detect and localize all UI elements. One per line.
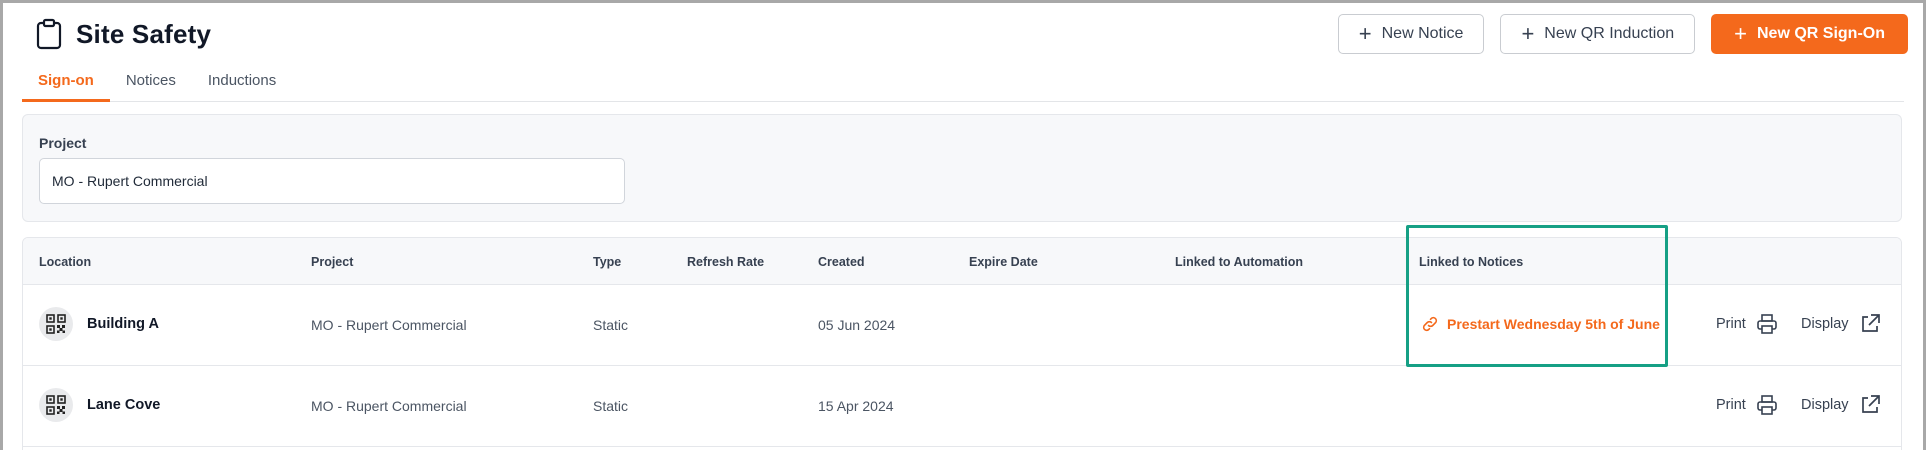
new-qr-induction-label: New QR Induction xyxy=(1544,25,1675,42)
project-select[interactable]: MO - Rupert Commercial xyxy=(39,158,625,204)
tab-inductions[interactable]: Inductions xyxy=(192,66,292,102)
external-link-icon xyxy=(1861,395,1880,413)
print-label: Print xyxy=(1716,316,1746,332)
column-header-refresh-rate: Refresh Rate xyxy=(687,255,765,269)
created-cell: 15 Apr 2024 xyxy=(818,398,894,414)
tab-bar: Sign-on Notices Inductions xyxy=(22,66,1904,102)
clipboard-icon xyxy=(36,18,62,50)
table-row[interactable]: Lane Cove MO - Rupert Commercial Static … xyxy=(23,366,1901,447)
new-qr-signon-button[interactable]: + New QR Sign-On xyxy=(1711,14,1908,54)
printer-icon xyxy=(1757,395,1777,415)
project-filter-panel: Project MO - Rupert Commercial xyxy=(22,114,1902,222)
project-filter-label: Project xyxy=(39,135,87,151)
type-cell: Static xyxy=(593,317,629,333)
plus-icon: + xyxy=(1734,21,1747,46)
column-header-project: Project xyxy=(311,255,354,269)
display-button[interactable]: Display xyxy=(1801,394,1881,416)
new-qr-induction-button[interactable]: + New QR Induction xyxy=(1500,14,1696,54)
location-name: Building A xyxy=(87,316,159,332)
qr-code-icon xyxy=(39,388,73,422)
highlight-box xyxy=(1406,225,1668,367)
new-qr-signon-label: New QR Sign-On xyxy=(1757,25,1885,42)
created-cell: 05 Jun 2024 xyxy=(818,317,896,333)
display-label: Display xyxy=(1801,316,1849,332)
location-cell: Building A xyxy=(39,307,159,341)
new-notice-button[interactable]: + New Notice xyxy=(1337,14,1485,54)
page-title: Site Safety xyxy=(76,18,212,49)
display-label: Display xyxy=(1801,397,1849,413)
column-header-type: Type xyxy=(593,255,622,269)
plus-icon: + xyxy=(1358,21,1372,46)
plus-icon: + xyxy=(1521,21,1535,46)
printer-icon xyxy=(1757,314,1777,334)
external-link-icon xyxy=(1861,314,1880,332)
column-header-location: Location xyxy=(39,255,92,269)
column-header-created: Created xyxy=(818,255,865,269)
type-cell: Static xyxy=(593,398,629,414)
location-name: Lane Cove xyxy=(87,397,161,413)
print-button[interactable]: Print xyxy=(1716,313,1778,335)
new-notice-label: New Notice xyxy=(1381,25,1464,42)
column-header-expire-date: Expire Date xyxy=(969,255,1038,269)
page-header: Site Safety xyxy=(36,18,211,50)
print-button[interactable]: Print xyxy=(1716,394,1778,416)
location-cell: Lane Cove xyxy=(39,388,160,422)
qr-code-icon xyxy=(39,307,73,341)
project-cell: MO - Rupert Commercial xyxy=(311,317,467,333)
header-actions: + New Notice + New QR Induction + New QR… xyxy=(1337,14,1908,54)
column-header-linked-automation: Linked to Automation xyxy=(1175,255,1303,269)
display-button[interactable]: Display xyxy=(1801,313,1881,335)
project-cell: MO - Rupert Commercial xyxy=(311,398,467,414)
tab-notices[interactable]: Notices xyxy=(110,66,192,102)
print-label: Print xyxy=(1716,397,1746,413)
tab-sign-on[interactable]: Sign-on xyxy=(22,66,110,102)
